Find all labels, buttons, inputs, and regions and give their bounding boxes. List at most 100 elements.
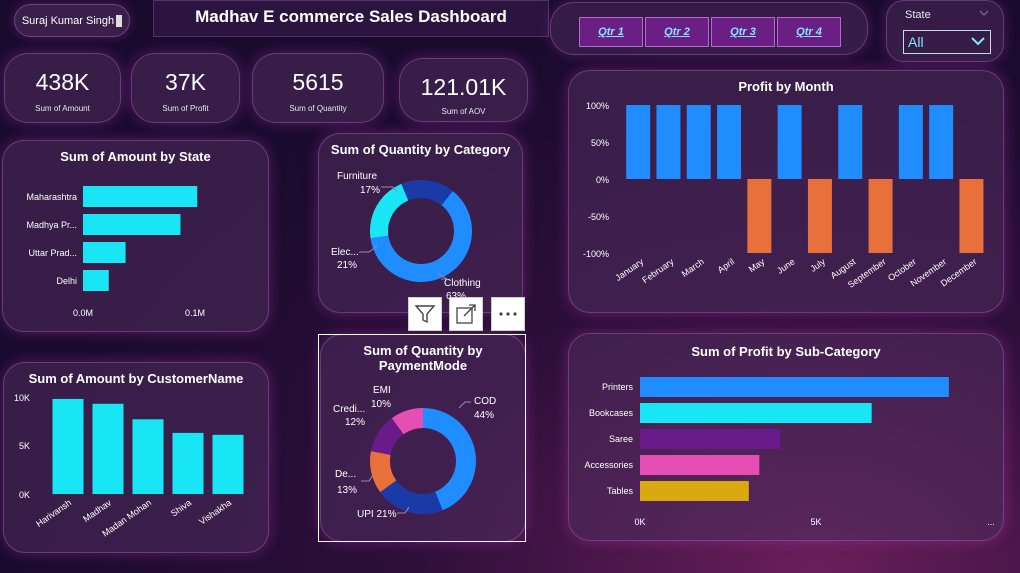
- bar: [640, 481, 749, 501]
- slice-label: Furniture: [337, 171, 377, 182]
- bar: [626, 105, 651, 179]
- amount-by-customer-chart: 10K5K0KHarivansh MadhavMadan Mohan Shiva Vi…: [14, 393, 244, 539]
- dashboard-title: Madhav E commerce Sales Dashboard: [195, 7, 507, 26]
- bar: [777, 105, 802, 179]
- bar: [640, 455, 760, 475]
- kpi-card-amount[interactable]: 438K Sum of Amount: [4, 53, 121, 123]
- x-tick-label: February: [640, 256, 676, 285]
- quarter-button-2[interactable]: Qtr 2: [645, 17, 709, 47]
- kpi-value: 438K: [35, 69, 90, 95]
- slice-pct-label: 17%: [360, 185, 380, 196]
- y-tick-label: 10K: [14, 393, 30, 403]
- kpi-label: Sum of Profit: [162, 104, 209, 113]
- state-slicer-label: State: [905, 9, 931, 21]
- profit-by-subcategory-chart: Printers Bookcases Saree Accessories Tables 0…: [584, 377, 995, 527]
- bar: [83, 242, 126, 263]
- quarter-button-1[interactable]: Qtr 1: [579, 17, 643, 47]
- quarter-slicer: Qtr 1 Qtr 2 Qtr 3 Qtr 4: [550, 2, 868, 55]
- amount-by-state-card[interactable]: Sum of Amount by State Maharashtra Madhya…: [2, 140, 269, 332]
- more-options-button[interactable]: [491, 297, 525, 331]
- slice-label: Clothing: [444, 278, 481, 289]
- slice-pct-label: 21%: [337, 260, 357, 271]
- quarter-button-4[interactable]: Qtr 4: [777, 17, 841, 47]
- bar: [83, 270, 109, 291]
- focus-mode-icon: [456, 304, 476, 324]
- more-options-icon: [499, 312, 517, 316]
- chevron-down-icon: [971, 37, 985, 46]
- category-label: Accessories: [584, 460, 633, 470]
- bar: [686, 105, 711, 179]
- bar: [898, 105, 923, 179]
- bar: [83, 214, 181, 235]
- category-label: Madhya Pr...: [26, 220, 77, 230]
- bar: [83, 186, 198, 207]
- state-dropdown[interactable]: All: [903, 30, 991, 54]
- kpi-value: 37K: [165, 69, 206, 95]
- slice-label: Elec...: [331, 247, 359, 258]
- kpi-card-profit[interactable]: 37K Sum of Profit: [131, 53, 240, 123]
- bar: [747, 179, 772, 253]
- bar: [868, 179, 893, 253]
- y-tick-label: 100%: [586, 101, 609, 111]
- amount-by-customer-card[interactable]: Sum of Amount by CustomerName 10K 5K 0K Har…: [3, 362, 269, 553]
- x-tick-label: Vishakha: [197, 497, 233, 526]
- profit-by-subcategory-card[interactable]: Sum of Profit by Sub-Category Printers Bo…: [568, 333, 1004, 541]
- bar: [717, 105, 742, 179]
- profit-by-month-card[interactable]: Profit by Month 100% 50% 0% -50% -100% Januar…: [568, 70, 1004, 313]
- x-tick-label: March: [680, 256, 706, 279]
- focus-mode-button[interactable]: [449, 297, 483, 331]
- bar: [92, 403, 124, 494]
- collapse-chevron-icon[interactable]: [979, 10, 989, 16]
- bar: [640, 429, 781, 449]
- bar: [212, 434, 244, 494]
- filter-button[interactable]: [408, 297, 442, 331]
- x-tick-label: Harivansh: [34, 497, 73, 528]
- category-label: Tables: [607, 486, 634, 496]
- bar: [959, 179, 984, 253]
- x-tick-label: May: [747, 256, 767, 274]
- bar: [52, 398, 84, 494]
- text-cursor-icon: [116, 14, 123, 27]
- bar: [132, 419, 164, 494]
- y-tick-label: 0%: [596, 175, 609, 185]
- bar: [640, 403, 872, 423]
- kpi-card-aov[interactable]: 121.01K Sum of AOV: [399, 58, 528, 122]
- bar: [172, 432, 204, 494]
- x-tick-label: ...: [987, 517, 995, 527]
- category-label: Maharashtra: [26, 192, 77, 202]
- x-tick-label: June: [775, 256, 797, 275]
- x-tick-label: July: [808, 256, 827, 274]
- kpi-card-quantity[interactable]: 5615 Sum of Quantity: [252, 53, 384, 123]
- dashboard-title-box: Madhav E commerce Sales Dashboard: [153, 0, 549, 37]
- category-label: Bookcases: [589, 408, 634, 418]
- category-label: Saree: [609, 434, 633, 444]
- bar: [807, 179, 832, 253]
- category-label: Printers: [602, 382, 634, 392]
- bar: [656, 105, 681, 179]
- user-name-pill[interactable]: Suraj Kumar Singh: [14, 4, 130, 37]
- bar: [640, 377, 949, 397]
- x-tick-label: April: [716, 256, 736, 275]
- state-slicer: State All: [886, 0, 1004, 62]
- kpi-label: Sum of Amount: [35, 104, 90, 113]
- amount-by-state-chart: Maharashtra Madhya Pr... Uttar Prad... Delh…: [26, 186, 205, 318]
- bar: [838, 105, 863, 179]
- profit-by-month-chart: 100%50%0%-50%-100%JanuaryFebruary March Ap…: [583, 101, 984, 290]
- y-tick-label: -100%: [583, 249, 609, 259]
- kpi-label: Sum of AOV: [441, 107, 486, 116]
- kpi-value: 121.01K: [420, 74, 507, 100]
- visual-header-toolbar: [408, 297, 525, 331]
- quarter-button-3[interactable]: Qtr 3: [711, 17, 775, 47]
- bar: [929, 105, 954, 179]
- x-tick-label: Shiva: [169, 497, 193, 518]
- category-label: Delhi: [56, 276, 77, 286]
- x-tick-label: 5K: [810, 517, 821, 527]
- x-tick-label: Madhav: [81, 497, 113, 524]
- selected-visual-frame: [318, 334, 526, 542]
- state-dropdown-value: All: [908, 34, 924, 50]
- x-tick-label: 0K: [634, 517, 645, 527]
- category-label: Uttar Prad...: [28, 248, 77, 258]
- quantity-by-category-chart: Clothing63%Elec...21%Furniture17%: [331, 171, 481, 302]
- quantity-by-category-card[interactable]: Sum of Quantity by Category Clothing63%E…: [318, 133, 523, 313]
- y-tick-label: 0K: [19, 490, 30, 500]
